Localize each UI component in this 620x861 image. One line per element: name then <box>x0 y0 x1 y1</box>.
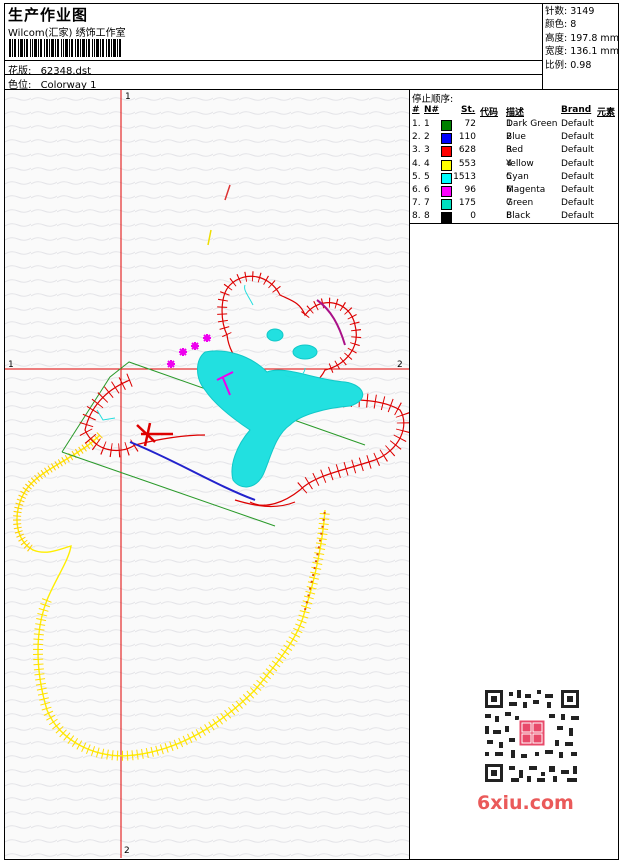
row-number: 8 <box>424 211 430 222</box>
row-brand: Default <box>561 198 594 209</box>
legend-row: 1. 1 72 1 Dark Green Default <box>410 119 618 132</box>
production-sheet: 生产作业图 Wilcom(汇家) 绣饰工作室 花版: 62348.dst 色位:… <box>4 3 619 860</box>
page-title: 生产作业图 <box>8 6 89 24</box>
row-number: 1 <box>424 119 430 129</box>
thread-color-swatch <box>441 146 452 158</box>
row-brand: Default <box>561 158 594 169</box>
design-stats: 针数: 3149 颜色: 8 高度: 197.8 mm 宽度: 136.1 mm… <box>545 5 619 72</box>
stitch-count: 针数: 3149 <box>545 6 595 17</box>
thread-color-swatch <box>441 172 452 184</box>
row-index: 1. <box>412 119 421 129</box>
row-stitches: 553 <box>458 158 476 169</box>
row-stitches: 1513 <box>453 171 476 182</box>
stats-divider <box>542 4 543 90</box>
row-stitches: 0 <box>470 211 476 222</box>
thread-color-swatch <box>441 120 452 131</box>
axis-label-bottom: 2 <box>124 846 130 856</box>
col-number: N# <box>424 105 440 115</box>
row-brand: Default <box>561 145 594 156</box>
legend-row: 8. 8 0 8 Black Default <box>410 211 618 224</box>
legend-row: 7. 7 175 7 Green Default <box>410 198 618 211</box>
row-index: 8. <box>412 211 421 222</box>
row-description: Yellow <box>506 158 534 169</box>
col-code: 代码 <box>480 108 499 118</box>
legend-row: 2. 2 110 2 Blue Default <box>410 132 618 145</box>
design-canvas: 1 1 2 2 <box>5 90 409 858</box>
legend-header-row: # N# St. 代码 描述 Brand 元素 <box>410 105 618 118</box>
stop-sequence-legend: 停止顺序: # N# St. 代码 描述 Brand 元素 1. 1 72 1 Dark… <box>410 90 618 224</box>
legend-row: 6. 6 96 6 Magenta Default <box>410 185 618 198</box>
barcode <box>9 39 121 57</box>
col-brand: Brand <box>561 105 592 115</box>
row-index: 3. <box>412 145 421 156</box>
thread-color-swatch <box>441 159 452 171</box>
row-stitches: 72 <box>464 119 476 129</box>
row-index: 5. <box>412 171 421 182</box>
row-index: 2. <box>412 132 421 143</box>
row-stitches: 96 <box>464 185 476 195</box>
legend-row: 5. 5 1513 5 Cyan Default <box>410 172 618 185</box>
row-index: 6. <box>412 185 421 195</box>
legend-row: 3. 3 628 3 Red Default <box>410 145 618 158</box>
row-description: Magenta <box>506 185 546 195</box>
row-description: Cyan <box>506 171 529 182</box>
header-rule <box>5 60 542 61</box>
axis-label-left: 1 <box>8 360 14 370</box>
row-brand: Default <box>561 211 594 222</box>
row-stitches: 175 <box>458 198 476 209</box>
legend-row: 4. 4 553 4 Yellow Default <box>410 159 618 172</box>
legend-title: 停止顺序: <box>412 94 454 105</box>
row-description: Green <box>506 198 534 209</box>
row-brand: Default <box>561 119 594 129</box>
design-scale: 比例: 0.98 <box>545 59 592 71</box>
col-stitches: St. <box>461 105 476 115</box>
color-count: 颜色: 8 <box>545 19 577 31</box>
axis-label-right: 2 <box>397 360 403 370</box>
thread-color-swatch <box>441 133 452 145</box>
row-description: Dark Green <box>506 119 558 129</box>
row-brand: Default <box>561 132 594 143</box>
studio-name: Wilcom(汇家) 绣饰工作室 <box>8 28 126 39</box>
row-description: Black <box>506 211 531 222</box>
col-element: 元素 <box>597 108 616 118</box>
col-description: 描述 <box>506 108 525 118</box>
col-index: # <box>412 105 420 115</box>
qr-code <box>475 686 587 786</box>
design-width: 宽度: 136.1 mm <box>545 46 619 58</box>
row-index: 4. <box>412 158 421 169</box>
row-number: 3 <box>424 145 430 156</box>
row-stitches: 628 <box>458 145 476 156</box>
row-stitches: 110 <box>458 132 476 143</box>
row-description: Blue <box>506 132 526 143</box>
thread-color-swatch <box>441 212 452 224</box>
row-brand: Default <box>561 171 594 182</box>
thread-color-swatch <box>441 199 452 211</box>
header-rule-2 <box>5 74 542 75</box>
row-number: 4 <box>424 158 430 169</box>
row-number: 5 <box>424 171 430 182</box>
design-height: 高度: 197.8 mm <box>545 32 619 44</box>
embroidery-drawing <box>5 90 409 858</box>
row-number: 2 <box>424 132 430 143</box>
row-brand: Default <box>561 185 594 195</box>
row-index: 7. <box>412 198 421 209</box>
axis-label-top: 1 <box>125 92 131 102</box>
row-description: Red <box>506 145 524 156</box>
row-number: 7 <box>424 198 430 209</box>
row-number: 6 <box>424 185 430 195</box>
thread-color-swatch <box>441 186 452 197</box>
watermark-text: 6xiu.com <box>477 792 574 814</box>
